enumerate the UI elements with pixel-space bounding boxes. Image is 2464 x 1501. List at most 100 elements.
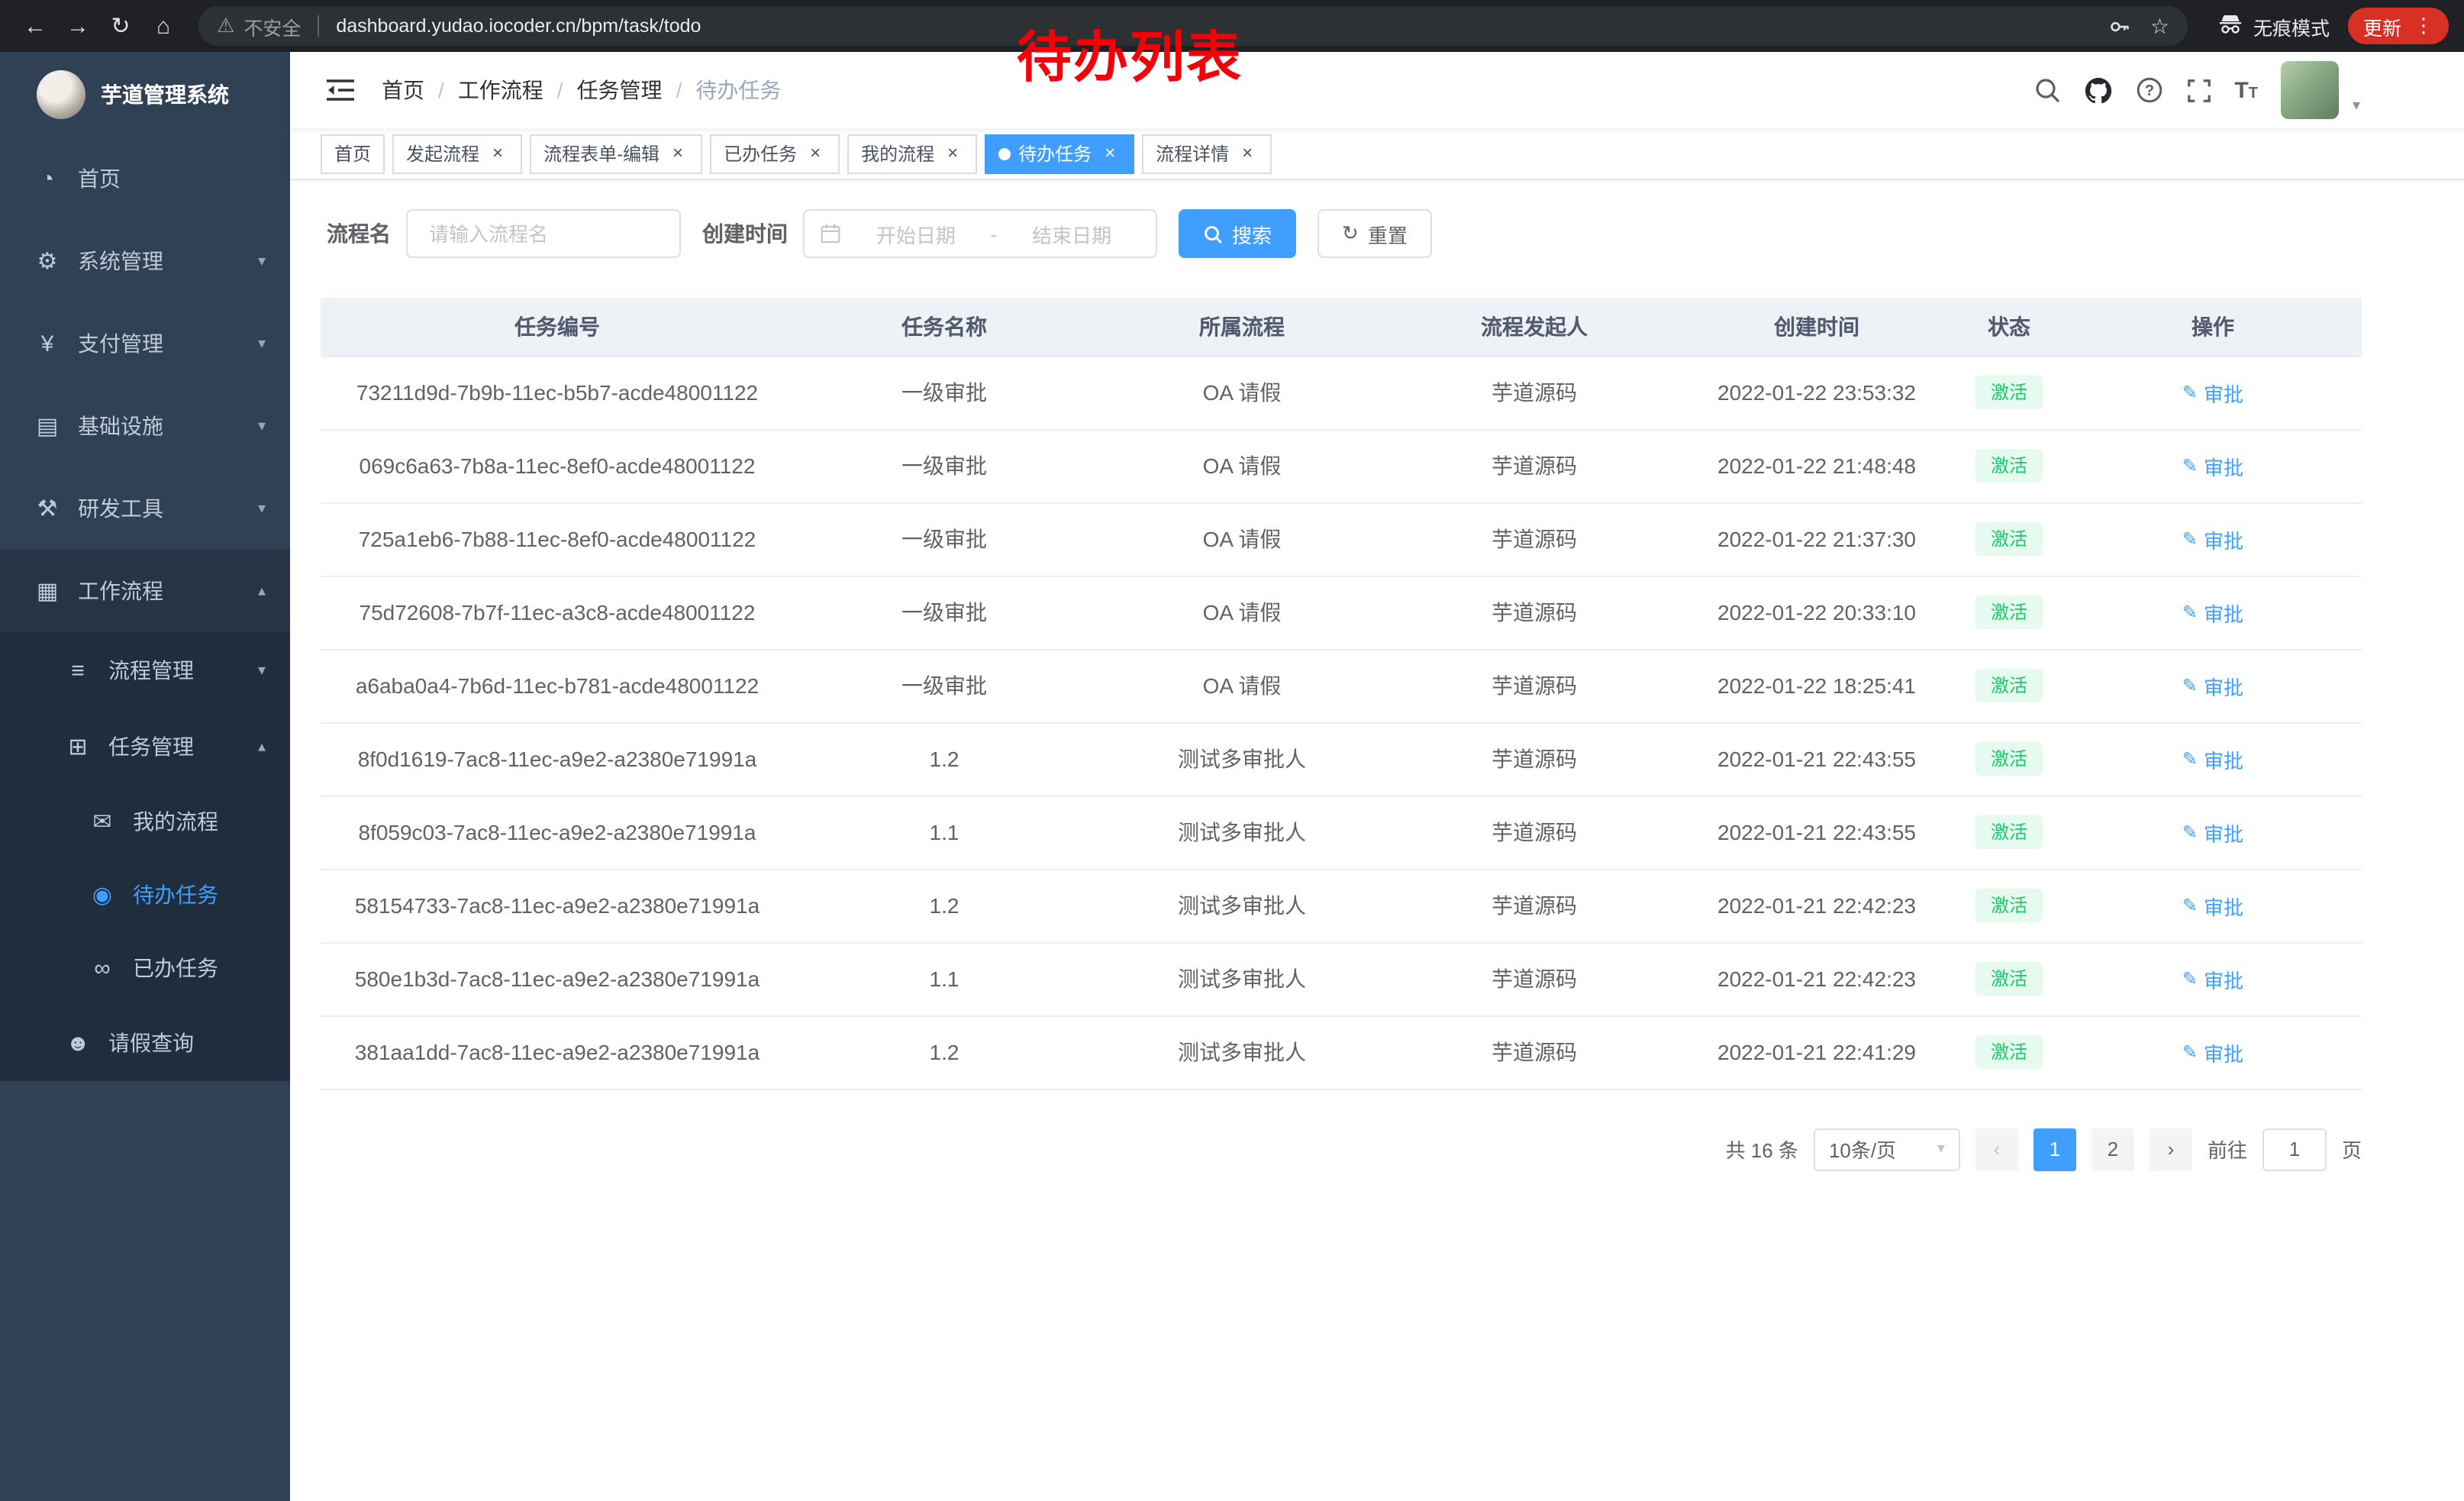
chevron-down-icon[interactable]: ▾ xyxy=(2353,98,2360,115)
edit-icon: ✎ xyxy=(2182,968,2198,989)
close-icon[interactable]: × xyxy=(667,143,689,164)
sidebar-item-my-process[interactable]: ✉我的流程 xyxy=(0,785,290,858)
tab-start-process[interactable]: 发起流程 × xyxy=(392,134,522,173)
process-name-label: 流程名 xyxy=(327,218,391,249)
prev-page-button[interactable]: ‹ xyxy=(1975,1128,2018,1170)
approve-button[interactable]: ✎审批 xyxy=(2182,451,2243,480)
bookmark-star-icon[interactable]: ☆ xyxy=(2150,13,2169,39)
approve-button[interactable]: ✎审批 xyxy=(2182,378,2243,407)
sidebar-item-todo-task[interactable]: ◉待办任务 xyxy=(0,858,290,931)
sidebar-item-task-mgmt[interactable]: ⊞任务管理▴ xyxy=(0,709,290,785)
cell-actions: ✎审批 xyxy=(2064,1015,2362,1089)
next-page-button[interactable]: › xyxy=(2150,1128,2192,1170)
goto-page-input[interactable] xyxy=(2262,1128,2327,1170)
reset-button[interactable]: ↻ 重置 xyxy=(1317,209,1432,258)
page-button-2[interactable]: 2 xyxy=(2091,1128,2134,1170)
tab-home[interactable]: 首页 xyxy=(321,134,385,173)
status-badge: 激活 xyxy=(1975,522,2043,556)
tab-my-process[interactable]: 我的流程× xyxy=(847,134,977,173)
approve-button[interactable]: ✎审批 xyxy=(2182,1038,2243,1067)
sidebar-item-done-task[interactable]: ∞已办任务 xyxy=(0,931,290,1005)
sidebar-item-label: 研发工具 xyxy=(78,493,163,524)
edit-icon: ✎ xyxy=(2182,748,2198,770)
avatar[interactable] xyxy=(2281,61,2339,119)
sidebar-item-label: 流程管理 xyxy=(108,655,194,686)
goto-suffix: 页 xyxy=(2342,1135,2362,1164)
sidebar-item-label: 待办任务 xyxy=(133,880,218,910)
github-icon[interactable] xyxy=(2083,76,2112,105)
chevron-down-icon: ▾ xyxy=(258,662,266,679)
cell-starter: 芋道源码 xyxy=(1389,649,1679,722)
cell-status: 激活 xyxy=(1954,942,2064,1015)
sidebar-item-infrastructure[interactable]: ▤基础设施▾ xyxy=(0,385,290,467)
cell-process: OA 请假 xyxy=(1095,502,1389,576)
chevron-up-icon: ▴ xyxy=(258,738,266,755)
search-icon[interactable] xyxy=(2033,76,2060,104)
search-button[interactable]: 搜索 xyxy=(1179,209,1296,258)
sidebar-item-process-mgmt[interactable]: ≡流程管理▾ xyxy=(0,632,290,709)
table-row: 580e1b3d-7ac8-11ec-a9e2-a2380e71991a1.1测… xyxy=(321,942,2362,1015)
reload-button[interactable]: ↻ xyxy=(101,6,140,46)
forward-button[interactable]: → xyxy=(58,6,98,46)
sidebar-item-leave-query[interactable]: ☻请假查询 xyxy=(0,1005,290,1081)
sidebar-item-workflow[interactable]: ▦工作流程▴ xyxy=(0,550,290,632)
date-range-picker[interactable]: 开始日期 - 结束日期 xyxy=(803,209,1157,258)
page-button-1[interactable]: 1 xyxy=(2033,1128,2076,1170)
start-date-placeholder[interactable]: 开始日期 xyxy=(847,219,985,248)
back-button[interactable]: ← xyxy=(15,6,55,46)
filter-bar: 流程名 创建时间 开始日期 - 结束日期 搜索 ↻ 重置 xyxy=(321,209,2433,258)
font-size-icon[interactable]: TT xyxy=(2234,77,2258,103)
breadcrumb-item[interactable]: 首页 xyxy=(382,75,424,105)
cell-status: 激活 xyxy=(1954,1015,2064,1089)
tab-todo-task[interactable]: 待办任务 × xyxy=(985,134,1134,173)
approve-button[interactable]: ✎审批 xyxy=(2182,964,2243,993)
tab-label: 发起流程 xyxy=(406,140,479,166)
tab-done-task[interactable]: 已办任务 × xyxy=(710,134,840,173)
chevron-down-icon: ▾ xyxy=(1937,1141,1945,1157)
sidebar-item-system[interactable]: ⚙系统管理▾ xyxy=(0,220,290,302)
close-icon[interactable]: × xyxy=(1237,143,1258,164)
tab-label: 待办任务 xyxy=(1018,140,1092,166)
approve-button[interactable]: ✎审批 xyxy=(2182,598,2243,627)
fullscreen-icon[interactable] xyxy=(2185,77,2211,103)
menu-dots-icon[interactable]: ⋮ xyxy=(2414,14,2433,38)
process-name-input[interactable] xyxy=(406,209,681,258)
close-icon[interactable]: × xyxy=(487,143,508,164)
approve-button[interactable]: ✎审批 xyxy=(2182,525,2243,554)
tab-process-detail[interactable]: 流程详情× xyxy=(1142,134,1272,173)
breadcrumb-item[interactable]: 工作流程 xyxy=(458,75,543,105)
cell-task-name: 1.2 xyxy=(794,1015,1095,1089)
close-icon[interactable]: × xyxy=(942,143,963,164)
approve-button[interactable]: ✎审批 xyxy=(2182,744,2243,773)
hamburger-icon[interactable] xyxy=(327,78,354,102)
approve-button[interactable]: ✎审批 xyxy=(2182,671,2243,700)
address-bar[interactable]: ⚠ 不安全 dashboard.yudao.iocoder.cn/bpm/tas… xyxy=(198,6,2188,46)
update-button[interactable]: 更新 ⋮ xyxy=(2348,8,2449,44)
infrastructure-icon: ▤ xyxy=(31,412,64,440)
cell-status: 激活 xyxy=(1954,429,2064,502)
tab-label: 已办任务 xyxy=(724,140,797,166)
approve-button[interactable]: ✎审批 xyxy=(2182,818,2243,847)
incognito-label: 无痕模式 xyxy=(2253,11,2330,40)
sidebar-item-devtools[interactable]: ⚒研发工具▾ xyxy=(0,467,290,550)
help-icon[interactable]: ? xyxy=(2135,76,2162,104)
cell-starter: 芋道源码 xyxy=(1389,429,1679,502)
logo[interactable]: 芋道管理系统 xyxy=(0,52,290,137)
cell-create-time: 2022-01-22 20:33:10 xyxy=(1679,576,1954,649)
sidebar-item-home[interactable]: ◔首页 xyxy=(0,137,290,220)
warning-icon: ⚠ xyxy=(217,14,234,38)
close-icon[interactable]: × xyxy=(1099,143,1121,164)
approve-button[interactable]: ✎审批 xyxy=(2182,891,2243,920)
home-button[interactable]: ⌂ xyxy=(144,6,183,46)
close-icon[interactable]: × xyxy=(805,143,826,164)
cell-process: OA 请假 xyxy=(1095,356,1389,429)
cell-process: 测试多审批人 xyxy=(1095,1015,1389,1089)
key-icon[interactable] xyxy=(2109,15,2132,37)
breadcrumb-item[interactable]: 任务管理 xyxy=(577,75,663,105)
end-date-placeholder[interactable]: 结束日期 xyxy=(1003,219,1140,248)
goto-label: 前往 xyxy=(2208,1135,2247,1164)
page-size-select[interactable]: 10条/页 ▾ xyxy=(1814,1128,1960,1170)
sidebar-item-payment[interactable]: ¥支付管理▾ xyxy=(0,302,290,385)
tab-form-edit[interactable]: 流程表单-编辑× xyxy=(530,134,702,173)
chevron-down-icon: ▾ xyxy=(258,253,266,270)
